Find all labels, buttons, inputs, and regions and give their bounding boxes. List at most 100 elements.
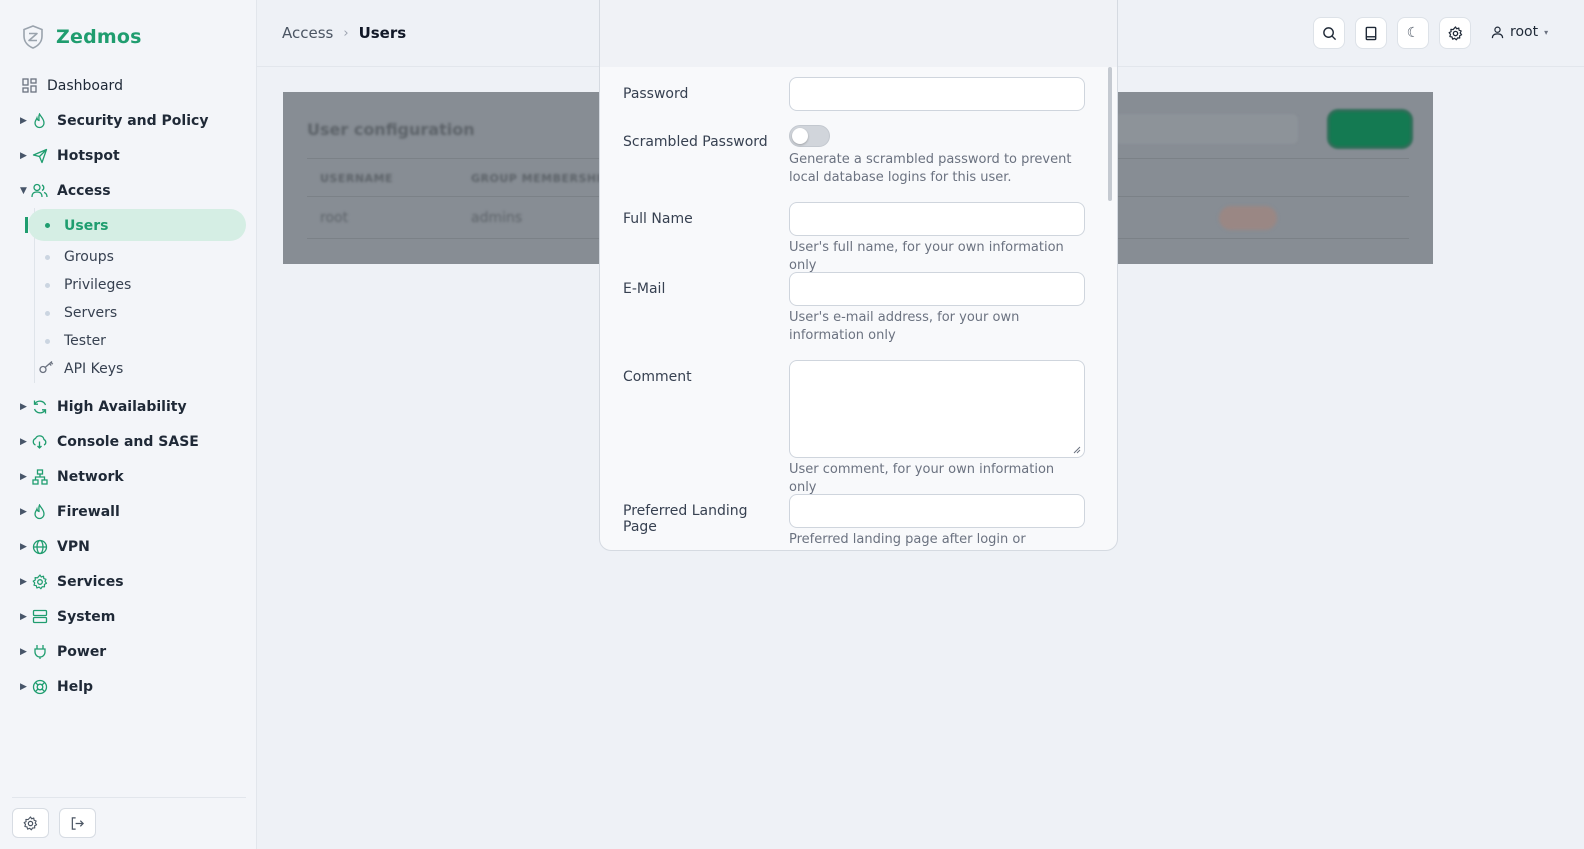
sidebar-item-console-and-sase[interactable]: ▶ Console and SASE (0, 424, 257, 459)
bullet-icon (45, 338, 50, 344)
sidebar-nav: Dashboard ▶ Security and Policy ▶ Hotspo… (0, 68, 257, 704)
breadcrumb-separator-icon: › (343, 25, 349, 41)
caret-right-icon: ▶ (20, 646, 27, 657)
sidebar: Zedmos Dashboard ▶ Security and Policy ▶… (0, 0, 257, 849)
edit-user-dialog: Password Scrambled Password Generate a s… (599, 0, 1118, 551)
sidebar-item-label: Network (57, 468, 124, 485)
sidebar-subitem-label: Users (64, 217, 109, 234)
sidebar-subitem-privileges[interactable]: Privileges (0, 271, 257, 299)
email-field[interactable] (789, 272, 1085, 306)
column-header-username: USERNAME (320, 172, 394, 185)
bullet-icon (45, 254, 50, 260)
sidebar-item-system[interactable]: ▶ System (0, 599, 257, 634)
theme-toggle-button[interactable]: ☾ (1397, 17, 1429, 49)
comment-textarea[interactable] (789, 360, 1085, 458)
full-name-help: User's full name, for your own informati… (789, 240, 1064, 273)
sidebar-item-firewall[interactable]: ▶ Firewall (0, 494, 257, 529)
sidebar-item-services[interactable]: ▶ Services (0, 564, 257, 599)
caret-right-icon: ▶ (20, 436, 27, 447)
sidebar-item-power[interactable]: ▶ Power (0, 634, 257, 669)
active-indicator (25, 217, 28, 233)
resize-grip-icon[interactable] (1073, 446, 1081, 454)
sidebar-subitem-api-keys[interactable]: API Keys (0, 355, 257, 383)
caret-right-icon: ▶ (20, 150, 27, 161)
sidebar-item-label: Power (57, 643, 107, 660)
sidebar-subitem-users[interactable]: Users (0, 208, 257, 243)
docs-button[interactable] (1355, 17, 1387, 49)
landing-page-help: Preferred landing page after login or (789, 532, 1026, 547)
search-button[interactable] (1313, 17, 1345, 49)
bullet-icon (45, 223, 50, 228)
lifebuoy-icon (31, 678, 48, 695)
caret-right-icon: ▶ (20, 541, 27, 552)
sidebar-item-label: Dashboard (47, 77, 123, 94)
email-help: User's e-mail address, for your own info… (789, 310, 1020, 343)
sidebar-item-label: Firewall (57, 503, 120, 520)
full-name-field[interactable] (789, 202, 1085, 236)
sidebar-item-vpn[interactable]: ▶ VPN (0, 529, 257, 564)
sidebar-item-label: Hotspot (57, 147, 120, 164)
caret-right-icon: ▶ (20, 611, 27, 622)
scrambled-password-label: Scrambled Password (623, 134, 768, 150)
landing-page-field[interactable] (789, 494, 1085, 528)
key-icon (39, 360, 55, 378)
sidebar-subitem-servers[interactable]: Servers (0, 299, 257, 327)
cloud-icon (31, 433, 48, 450)
sidebar-subitem-tester[interactable]: Tester (0, 327, 257, 355)
cell-username: root (320, 210, 349, 226)
sidebar-item-network[interactable]: ▶ Network (0, 459, 257, 494)
sidebar-item-label: Security and Policy (57, 112, 209, 129)
add-user-button (1330, 112, 1410, 146)
email-label: E-Mail (623, 281, 666, 297)
shield-logo-icon (23, 25, 43, 49)
caret-right-icon: ▶ (20, 506, 27, 517)
card-title: User configuration (307, 120, 475, 139)
sidebar-item-help[interactable]: ▶ Help (0, 669, 257, 704)
user-menu[interactable]: root ▾ (1491, 24, 1548, 40)
column-header-group-membership: GROUP MEMBERSHIP (471, 172, 610, 185)
caret-right-icon: ▶ (20, 576, 27, 587)
sidebar-subitem-label: API Keys (64, 361, 124, 377)
sidebar-subitem-label: Groups (64, 249, 114, 265)
full-name-label: Full Name (623, 211, 693, 227)
plug-icon (31, 643, 48, 660)
caret-right-icon: ▶ (20, 471, 27, 482)
brand[interactable]: Zedmos (20, 24, 142, 50)
scrambled-password-toggle[interactable] (789, 125, 830, 147)
status-badge (1219, 206, 1277, 230)
sidebar-subitem-label: Privileges (64, 277, 132, 293)
settings-button[interactable] (1439, 17, 1471, 49)
refresh-icon (31, 398, 48, 415)
breadcrumb-parent[interactable]: Access (282, 24, 333, 42)
sidebar-item-label: VPN (57, 538, 90, 555)
brand-name: Zedmos (56, 26, 142, 48)
logout-icon (71, 816, 84, 830)
sidebar-subitem-groups[interactable]: Groups (0, 243, 257, 271)
sidebar-item-label: Services (57, 573, 124, 590)
search-icon (1322, 26, 1336, 40)
sidebar-item-access[interactable]: ▼ Access (0, 173, 257, 208)
logout-button[interactable] (59, 808, 96, 838)
caret-right-icon: ▶ (20, 681, 27, 692)
sidebar-item-security-and-policy[interactable]: ▶ Security and Policy (0, 103, 257, 138)
server-icon (31, 608, 48, 625)
caret-down-icon: ▼ (20, 185, 27, 196)
users-icon (31, 182, 48, 199)
user-icon (1491, 26, 1504, 38)
page-title: Users (358, 24, 407, 42)
password-field[interactable] (789, 77, 1085, 111)
comment-help: User comment, for your own information o… (789, 462, 1055, 495)
sidebar-item-high-availability[interactable]: ▶ High Availability (0, 389, 257, 424)
dialog-scrollbar[interactable] (1108, 67, 1112, 201)
sidebar-footer (12, 797, 246, 838)
caret-right-icon: ▶ (20, 115, 27, 126)
search-input (1113, 114, 1298, 144)
sidebar-item-dashboard[interactable]: Dashboard (0, 68, 257, 103)
toggle-knob (792, 128, 808, 144)
dashboard-icon (21, 77, 38, 94)
sidebar-item-label: Access (57, 182, 111, 199)
settings-button[interactable] (12, 808, 49, 838)
chevron-down-icon: ▾ (1544, 27, 1549, 37)
sidebar-item-hotspot[interactable]: ▶ Hotspot (0, 138, 257, 173)
scrambled-password-help: Generate a scrambled password to prevent… (789, 152, 1072, 185)
